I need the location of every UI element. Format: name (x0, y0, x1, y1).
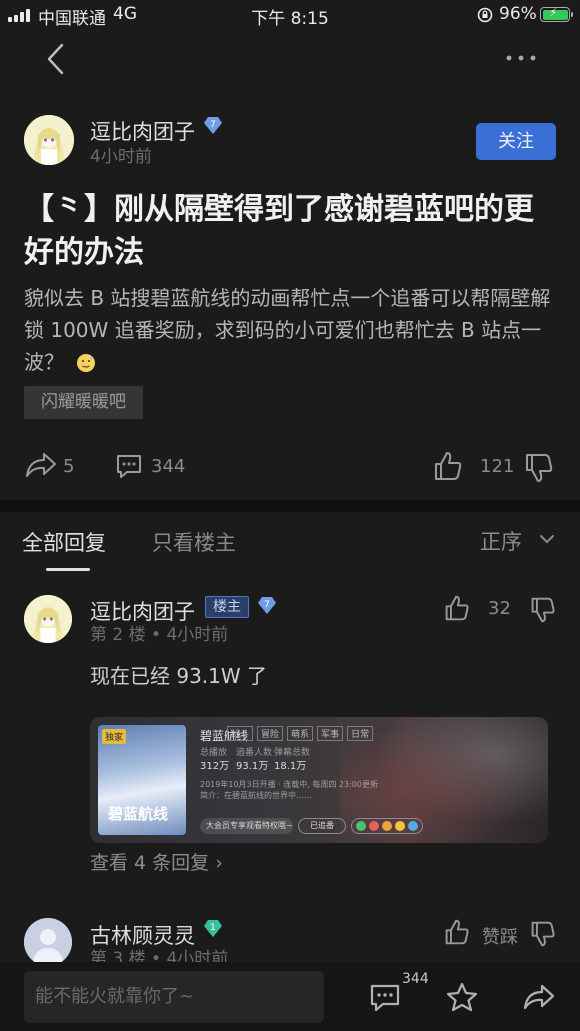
tab-all-replies[interactable]: 全部回复 (22, 527, 106, 557)
reply-input[interactable]: 能不能火就靠你了~ (24, 971, 324, 1023)
post-body: 貌似去 B 站搜碧蓝航线的动画帮忙点一个追番可以帮隔壁解锁 100W 追番奖励，… (24, 282, 556, 378)
back-button[interactable] (44, 42, 66, 76)
genre-chip: 军事 (317, 726, 344, 741)
rotation-lock-icon (477, 7, 493, 23)
comment-count: 344 (151, 456, 186, 477)
reply-meta: 第 2 楼 • 4小时前 (90, 625, 229, 645)
share-icon (394, 821, 405, 831)
comment-button[interactable] (114, 451, 144, 481)
genre-chip: 萌系 (287, 726, 314, 741)
reply-like-count: 32 (488, 598, 511, 619)
vip-pill: 大会员专享观看特权哦~ (200, 818, 293, 834)
post-time: 4小时前 (90, 147, 152, 167)
reply-avatar[interactable] (24, 918, 72, 966)
genre-chip: 战斗 (227, 726, 254, 741)
coin-icon (356, 821, 367, 831)
heart-icon (369, 821, 380, 831)
thumbs-down-icon (526, 454, 553, 482)
post-title: 【⺀】刚从隔壁得到了感谢碧蓝吧的更好的办法 (24, 192, 534, 270)
sort-label: 正序 (480, 530, 522, 554)
thumbs-up-icon (445, 595, 469, 621)
star-icon (381, 821, 392, 831)
star-icon (446, 982, 478, 1012)
reply-avatar[interactable] (24, 595, 72, 643)
download-icon (407, 821, 418, 831)
clock: 下午 8:15 (251, 9, 329, 29)
share-button[interactable] (24, 450, 58, 480)
genre-chips: 战斗 冒险 萌系 军事 日常 (227, 726, 374, 741)
thumbs-up-icon (445, 919, 469, 945)
author-avatar[interactable] (24, 115, 74, 165)
preview-desc-line: 简介：在碧蓝航线的世界中…… (200, 791, 312, 800)
thumbs-down-icon (531, 597, 555, 623)
reply-dislike-button[interactable] (530, 920, 556, 948)
reply-dislike-button[interactable] (530, 596, 556, 624)
battery-icon (540, 6, 573, 22)
stat-value: 93.1万 (236, 761, 269, 772)
battery-percent: 96% (499, 4, 537, 24)
svg-text:1: 1 (210, 923, 216, 933)
favorite-button[interactable] (445, 981, 479, 1013)
reply-time: 4小时前 (166, 625, 229, 645)
status-bar: 中国联通 4G 下午 8:15 96% (0, 0, 580, 30)
sort-dropdown[interactable]: 正序 (480, 526, 522, 556)
preview-desc-line: 2019年10月3日开播 · 连载中, 每周四 23:00更新 (200, 780, 378, 789)
op-badge: 楼主 (205, 596, 249, 618)
like-button[interactable] (433, 450, 463, 482)
back-arrow-icon (47, 43, 64, 75)
reply-like-label: 赞踩 (482, 927, 518, 948)
post-body-text: 貌似去 B 站搜碧蓝航线的动画帮忙点一个追番可以帮隔壁解锁 100W 追番奖励，… (24, 286, 551, 374)
followed-pill: 已追番 (298, 818, 346, 834)
bottom-comment-button[interactable] (368, 982, 402, 1014)
reply-image-preview[interactable]: 独家 碧蓝航线 碧蓝航线 战斗 冒险 萌系 军事 日常 总播放 312万 追番人… (90, 717, 548, 843)
verified-badge-icon: 7 (257, 595, 277, 615)
sweat-emoji-icon (76, 353, 96, 373)
svg-text:7: 7 (264, 600, 270, 610)
poster-title: 碧蓝航线 (108, 805, 169, 823)
thumbs-down-icon (531, 921, 555, 947)
exclusive-badge: 独家 (102, 729, 127, 744)
forum-tag[interactable]: 闪耀暖暖吧 (24, 386, 143, 419)
share-count: 5 (63, 456, 75, 477)
reply-like-button[interactable] (444, 594, 470, 622)
view-more-replies[interactable]: 查看 4 条回复 › (90, 848, 223, 875)
like-count: 121 (480, 456, 515, 477)
anime-poster: 独家 碧蓝航线 (98, 725, 186, 835)
share-icon (26, 453, 56, 477)
bottom-comment-count: 344 (402, 971, 429, 987)
verified-badge-icon: 7 (203, 115, 223, 135)
preview-action-icons (351, 818, 423, 834)
section-divider (0, 500, 580, 512)
thumbs-up-icon (435, 452, 462, 480)
bottom-share-button[interactable] (521, 982, 557, 1012)
share-icon (523, 984, 555, 1010)
genre-chip: 冒险 (257, 726, 284, 741)
comment-icon (370, 984, 400, 1012)
dislike-button[interactable] (524, 452, 554, 484)
more-button[interactable] (504, 52, 538, 64)
reply-floor: 第 2 楼 (90, 625, 146, 645)
stat-value: 312万 (200, 761, 230, 772)
chevron-down-icon (539, 533, 555, 545)
more-dots-icon (506, 55, 536, 61)
preview-description: 2019年10月3日开播 · 连载中, 每周四 23:00更新 简介：在碧蓝航线… (200, 779, 548, 801)
comment-icon (117, 455, 141, 478)
reply-content: 现在已经 93.1W 了 (90, 664, 268, 688)
diamond-badge-icon: 1 (203, 918, 223, 938)
tab-underline (46, 568, 90, 571)
tab-op-only[interactable]: 只看楼主 (152, 527, 236, 557)
follow-button[interactable]: 关注 (476, 123, 556, 160)
svg-text:7: 7 (210, 120, 216, 130)
genre-chip: 日常 (347, 726, 374, 741)
stat-value: 18.1万 (274, 761, 307, 772)
reply-like-button[interactable] (444, 918, 470, 946)
